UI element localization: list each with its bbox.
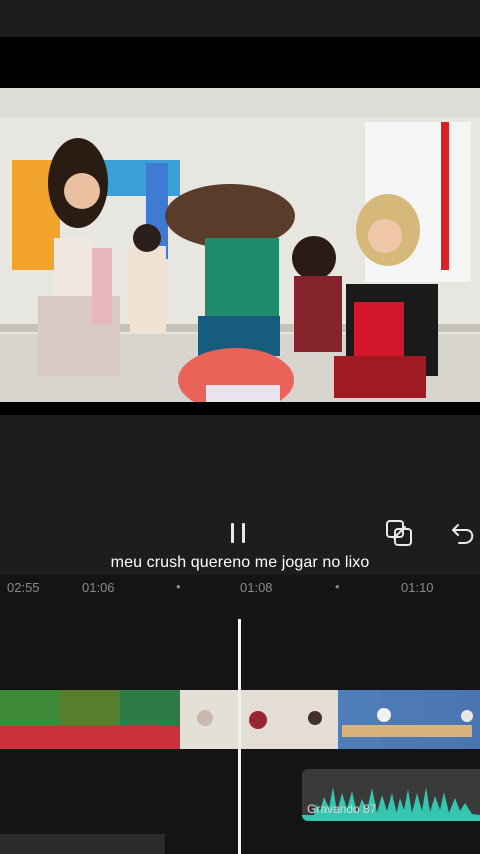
- audio-clip[interactable]: Gravando 87: [302, 769, 480, 821]
- secondary-clip[interactable]: [0, 834, 165, 854]
- audio-label: Gravando 87: [307, 802, 377, 816]
- playback-controls: [0, 415, 480, 575]
- video-scene-image: [0, 88, 480, 402]
- video-preview[interactable]: [0, 37, 480, 415]
- ruler-label: 02:55: [7, 580, 40, 595]
- ruler-label: 01:08: [240, 580, 273, 595]
- video-frame: [0, 88, 480, 402]
- playhead[interactable]: [238, 619, 241, 854]
- timeline-ruler: 02:55 01:06 • 01:08 • 01:10: [0, 575, 480, 601]
- ruler-label: 01:06: [82, 580, 115, 595]
- undo-graphic: [452, 524, 474, 544]
- video-editor-screen: meu crush quereno me jogar no lixo 02:55…: [0, 0, 480, 854]
- undo-icon[interactable]: [448, 515, 478, 549]
- ruler-dot-icon: •: [176, 579, 181, 594]
- layer-graphic: [386, 520, 412, 546]
- keyframe-icon[interactable]: [382, 515, 416, 549]
- ruler-label: 01:10: [401, 580, 434, 595]
- status-bar: [0, 0, 480, 37]
- pause-icon[interactable]: [228, 521, 252, 547]
- subtitle-text: meu crush quereno me jogar no lixo: [110, 554, 370, 571]
- ruler-dot-icon: •: [335, 579, 340, 594]
